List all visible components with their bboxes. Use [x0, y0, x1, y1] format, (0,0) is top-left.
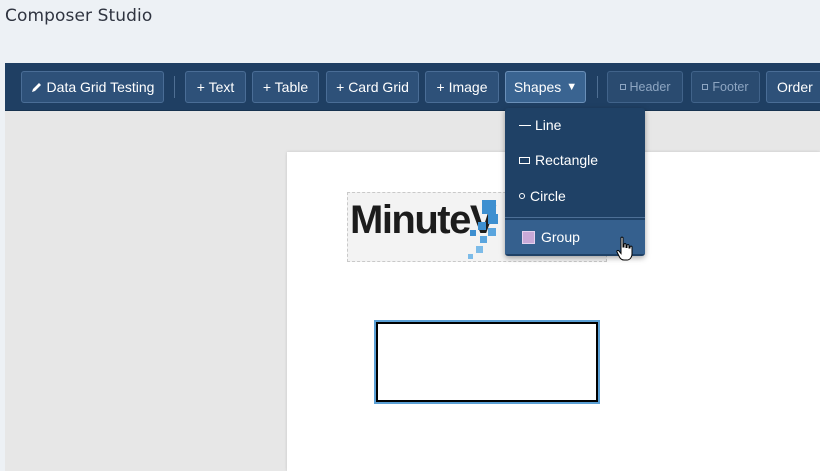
app-title: Composer Studio — [5, 6, 153, 26]
menu-item-line[interactable]: Line — [505, 110, 645, 140]
shapes-button[interactable]: Shapes ▼ — [505, 71, 586, 103]
rectangle-icon — [519, 156, 530, 164]
hand-cursor-icon — [616, 236, 633, 261]
header-button[interactable]: Header — [607, 71, 683, 103]
line-icon — [519, 124, 531, 126]
menu-divider — [505, 217, 645, 218]
pencil-icon — [31, 82, 41, 92]
menu-item-circle[interactable]: Circle — [505, 181, 645, 211]
menu-item-label: Circle — [530, 188, 566, 204]
header-label: Header — [629, 80, 671, 94]
menu-item-label: Rectangle — [535, 152, 599, 168]
toolbar-divider — [597, 76, 598, 98]
menu-item-rectangle[interactable]: Rectangle — [505, 145, 645, 175]
rectangle-shape[interactable] — [374, 320, 600, 404]
group-icon — [522, 230, 535, 244]
toolbar-divider — [174, 76, 175, 98]
footer-button[interactable]: Footer — [691, 71, 760, 103]
data-grid-label: Data Grid Testing — [46, 79, 155, 95]
footer-label: Footer — [712, 80, 749, 94]
square-icon — [702, 84, 709, 90]
add-image-button[interactable]: + Image — [425, 71, 499, 103]
square-icon — [619, 84, 626, 90]
add-card-grid-button[interactable]: + Card Grid — [326, 71, 419, 103]
add-table-button[interactable]: + Table — [252, 71, 319, 103]
add-text-button[interactable]: + Text — [185, 71, 246, 103]
data-grid-button[interactable]: Data Grid Testing — [21, 71, 164, 103]
order-label: Order — [777, 79, 813, 95]
menu-item-label: Group — [541, 229, 580, 245]
order-button[interactable]: Order ▼ — [766, 71, 820, 103]
circle-icon — [519, 193, 525, 199]
logo-pixel-mark — [468, 200, 498, 259]
caret-down-icon: ▼ — [566, 81, 578, 93]
shapes-label: Shapes — [513, 79, 562, 95]
menu-item-label: Line — [535, 117, 562, 133]
